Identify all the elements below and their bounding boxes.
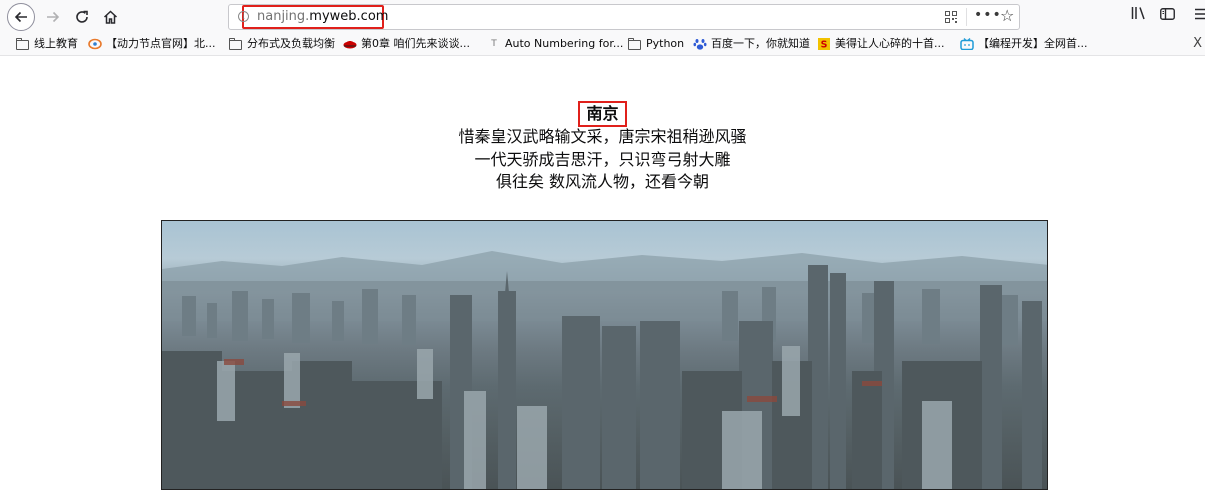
reload-button[interactable] [68, 3, 96, 31]
skyline-illustration [162, 251, 1047, 489]
url-divider [966, 8, 967, 26]
page-actions-more-icon[interactable]: ••• [974, 7, 1002, 23]
url-domain: myweb.com [309, 9, 389, 24]
back-arrow-icon [14, 11, 27, 23]
bookmark-item[interactable]: T Auto Numbering for... [487, 33, 623, 55]
bookmark-item[interactable]: 第0章 咱们先来谈谈... [343, 33, 470, 55]
city-skyline-photo [161, 220, 1048, 490]
bookmark-label: 【动力节点官网】北... [106, 37, 216, 50]
poem-line: 一代天骄成吉思汗，只识弯弓射大雕 [474, 149, 731, 169]
hamburger-menu-icon[interactable] [1195, 8, 1205, 20]
folder-icon [16, 38, 30, 50]
poem-block: 惜秦皇汉武略输文采，唐宗宋祖稍逊风骚 一代天骄成吉思汗，只识弯弓射大雕 俱往矣 … [0, 126, 1205, 194]
bookmark-label: Python [646, 37, 685, 50]
address-bar[interactable]: i nanjing.myweb.com ••• ☆ [228, 4, 1020, 30]
bookmark-label: Auto Numbering for... [505, 37, 624, 50]
bookmark-item[interactable]: S 美得让人心碎的十首... [817, 33, 945, 55]
svg-text:S: S [821, 39, 828, 50]
back-button[interactable] [7, 3, 35, 31]
bookmarks-overflow-icon[interactable]: X [1193, 33, 1202, 55]
qr-code-icon[interactable] [945, 11, 957, 23]
reload-icon [76, 10, 88, 23]
bookmark-label: 第0章 咱们先来谈谈... [361, 37, 470, 50]
bookmark-item[interactable]: 【编程开发】全网首... [960, 33, 1088, 55]
t-icon: T [491, 39, 497, 49]
bookmark-item[interactable]: 线上教育 [16, 33, 78, 55]
redhat-icon [343, 41, 357, 49]
bookmark-item[interactable]: 【动力节点官网】北... [88, 33, 216, 55]
bookmark-label: 分布式及负载均衡 [247, 37, 335, 50]
bilibili-icon [960, 38, 974, 50]
url-text[interactable]: nanjing.myweb.com [257, 9, 388, 25]
bookmark-label: 【编程开发】全网首... [978, 37, 1088, 50]
folder-icon [628, 38, 642, 50]
s-logo-icon: S [818, 38, 830, 50]
bookmark-label: 线上教育 [34, 37, 78, 50]
folder-icon [229, 38, 243, 50]
sidebar-toggle-icon[interactable] [1160, 8, 1175, 20]
bookmark-item[interactable]: 百度一下，你就知道 [693, 33, 810, 55]
bookmark-item[interactable]: 分布式及负载均衡 [229, 33, 335, 55]
poem-line: 惜秦皇汉武略输文采，唐宗宋祖稍逊风骚 [458, 127, 747, 146]
home-icon [103, 10, 117, 24]
browser-toolbar: i nanjing.myweb.com ••• ☆ [0, 0, 1205, 33]
bookmark-label: 百度一下，你就知道 [711, 37, 810, 50]
baidu-paw-icon [693, 39, 707, 50]
poem-line: 俱往矣 数风流人物，还看今朝 [495, 172, 710, 191]
forward-arrow-icon [47, 11, 60, 23]
page-title: 南京 [578, 101, 627, 127]
title-row: 南京 [0, 100, 1205, 127]
url-subdomain: nanjing. [257, 9, 310, 24]
bookmark-item[interactable]: Python [628, 33, 684, 55]
site-info-icon[interactable]: i [238, 11, 249, 22]
forward-button[interactable] [39, 3, 67, 31]
library-icon[interactable] [1131, 6, 1146, 20]
bookmark-star-icon[interactable]: ☆ [1000, 6, 1014, 25]
bookmark-label: 美得让人心碎的十首... [835, 37, 945, 50]
home-button[interactable] [96, 3, 124, 31]
bookmarks-toolbar: 线上教育 【动力节点官网】北... 分布式及负载均衡 第0章 咱们先来谈谈...… [0, 33, 1205, 56]
site-logo-icon [88, 38, 102, 50]
